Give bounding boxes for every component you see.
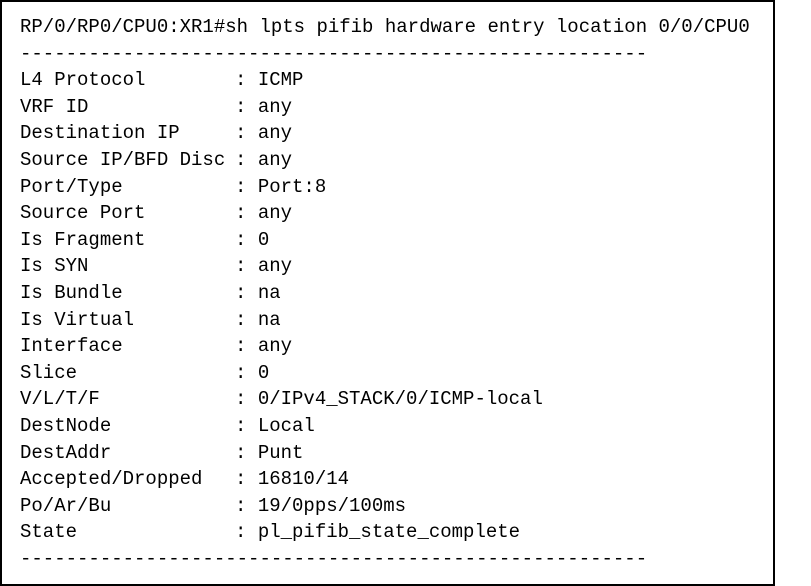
field-value: 0 xyxy=(258,360,269,387)
field-separator: : xyxy=(235,120,258,147)
cli-command: sh lpts pifib hardware entry location 0/… xyxy=(225,16,750,38)
field-label: Po/Ar/Bu xyxy=(20,493,235,520)
field-row: State : pl_pifib_state_complete xyxy=(20,519,755,546)
field-value: Local xyxy=(258,413,315,440)
field-label: Is Virtual xyxy=(20,307,235,334)
field-label: Accepted/Dropped xyxy=(20,466,235,493)
field-row: Slice : 0 xyxy=(20,360,755,387)
field-label: Slice xyxy=(20,360,235,387)
field-separator: : xyxy=(235,174,258,201)
field-label: L4 Protocol xyxy=(20,67,235,94)
field-value: na xyxy=(258,280,281,307)
field-row: VRF ID : any xyxy=(20,94,755,121)
field-row: DestAddr : Punt xyxy=(20,440,755,467)
field-row: Interface : any xyxy=(20,333,755,360)
field-label: Destination IP xyxy=(20,120,235,147)
field-value: 19/0pps/100ms xyxy=(258,493,406,520)
field-separator: : xyxy=(235,386,258,413)
field-label: V/L/T/F xyxy=(20,386,235,413)
separator-bottom: ----------------------------------------… xyxy=(20,546,755,573)
separator-top: ----------------------------------------… xyxy=(20,41,755,68)
field-separator: : xyxy=(235,67,258,94)
field-row: DestNode : Local xyxy=(20,413,755,440)
field-value: any xyxy=(258,253,292,280)
field-value: 0 xyxy=(258,227,269,254)
field-value: 16810/14 xyxy=(258,466,349,493)
field-row: Is Virtual : na xyxy=(20,307,755,334)
field-separator: : xyxy=(235,519,258,546)
field-label: Source Port xyxy=(20,200,235,227)
field-label: Is Fragment xyxy=(20,227,235,254)
field-separator: : xyxy=(235,333,258,360)
field-value: Port:8 xyxy=(258,174,326,201)
field-row: Accepted/Dropped : 16810/14 xyxy=(20,466,755,493)
field-separator: : xyxy=(235,440,258,467)
output-fields: L4 Protocol : ICMPVRF ID : anyDestinatio… xyxy=(20,67,755,546)
field-separator: : xyxy=(235,227,258,254)
field-value: any xyxy=(258,94,292,121)
field-separator: : xyxy=(235,466,258,493)
field-separator: : xyxy=(235,147,258,174)
field-separator: : xyxy=(235,253,258,280)
field-row: Source IP/BFD Disc: any xyxy=(20,147,755,174)
field-separator: : xyxy=(235,200,258,227)
field-value: ICMP xyxy=(258,67,304,94)
field-value: 0/IPv4_STACK/0/ICMP-local xyxy=(258,386,543,413)
field-separator: : xyxy=(235,280,258,307)
command-line: RP/0/RP0/CPU0:XR1#sh lpts pifib hardware… xyxy=(20,14,755,41)
field-row: Po/Ar/Bu : 19/0pps/100ms xyxy=(20,493,755,520)
field-label: Source IP/BFD Disc xyxy=(20,147,235,174)
field-row: V/L/T/F : 0/IPv4_STACK/0/ICMP-local xyxy=(20,386,755,413)
field-value: Punt xyxy=(258,440,304,467)
field-separator: : xyxy=(235,493,258,520)
field-row: Port/Type : Port:8 xyxy=(20,174,755,201)
field-row: Source Port : any xyxy=(20,200,755,227)
field-row: Is SYN : any xyxy=(20,253,755,280)
field-separator: : xyxy=(235,413,258,440)
field-row: Is Bundle : na xyxy=(20,280,755,307)
field-separator: : xyxy=(235,360,258,387)
field-row: Destination IP : any xyxy=(20,120,755,147)
field-label: Interface xyxy=(20,333,235,360)
field-value: na xyxy=(258,307,281,334)
field-separator: : xyxy=(235,94,258,121)
field-row: L4 Protocol : ICMP xyxy=(20,67,755,94)
field-separator: : xyxy=(235,307,258,334)
field-label: Port/Type xyxy=(20,174,235,201)
field-label: VRF ID xyxy=(20,94,235,121)
field-value: any xyxy=(258,333,292,360)
cli-prompt: RP/0/RP0/CPU0:XR1# xyxy=(20,16,225,38)
field-row: Is Fragment : 0 xyxy=(20,227,755,254)
field-value: any xyxy=(258,120,292,147)
field-label: DestNode xyxy=(20,413,235,440)
field-label: DestAddr xyxy=(20,440,235,467)
field-value: any xyxy=(258,200,292,227)
field-label: Is SYN xyxy=(20,253,235,280)
field-label: State xyxy=(20,519,235,546)
field-value: pl_pifib_state_complete xyxy=(258,519,520,546)
field-label: Is Bundle xyxy=(20,280,235,307)
field-value: any xyxy=(258,147,292,174)
